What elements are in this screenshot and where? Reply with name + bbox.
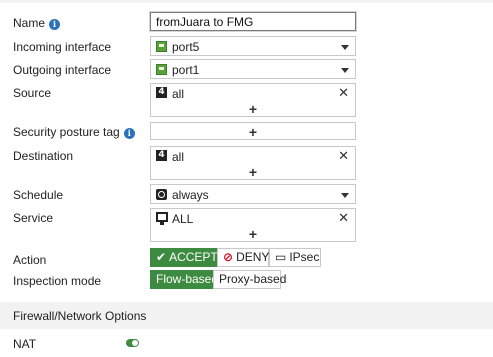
outgoing-interface-value: port1 <box>172 63 200 77</box>
name-input[interactable] <box>150 12 356 31</box>
add-source-button[interactable]: + <box>151 101 355 117</box>
source-value: all <box>172 87 185 101</box>
action-accept-button[interactable]: ✔ ACCEPT <box>150 248 218 267</box>
nat-label: NAT <box>13 337 37 351</box>
chevron-down-icon[interactable] <box>341 193 349 198</box>
action-label: Action <box>13 253 47 267</box>
section-title: Firewall/Network Options <box>13 309 147 323</box>
service-icon <box>156 212 168 225</box>
service-label: Service <box>13 211 54 225</box>
chevron-down-icon[interactable] <box>341 45 349 50</box>
destination-field[interactable]: 4 all ✕ + <box>150 146 356 180</box>
firewall-network-options-section: Firewall/Network Options <box>0 302 493 329</box>
action-accept-label: ACCEPT <box>169 250 218 264</box>
action-deny-button[interactable]: ⊘ DENY <box>217 248 269 267</box>
top-border <box>0 0 493 3</box>
inspection-flow-button[interactable]: Flow-based <box>150 270 218 289</box>
add-posture-tag-button[interactable]: + <box>151 124 355 140</box>
deny-icon: ⊘ <box>223 250 234 264</box>
schedule-label: Schedule <box>13 188 64 202</box>
nat-toggle[interactable] <box>126 339 139 347</box>
source-field[interactable]: 4 all ✕ + <box>150 83 356 117</box>
name-label: Name i <box>13 16 61 30</box>
outgoing-interface-select[interactable]: port1 <box>150 59 356 79</box>
chevron-down-icon[interactable] <box>341 68 349 73</box>
service-value: ALL <box>172 212 194 226</box>
action-ipsec-label: IPsec <box>289 250 320 264</box>
incoming-interface-value: port5 <box>172 40 200 54</box>
info-icon[interactable]: i <box>49 19 61 30</box>
security-posture-label: Security posture tag i <box>13 125 135 139</box>
add-service-button[interactable]: + <box>151 226 355 242</box>
remove-service-icon[interactable]: ✕ <box>338 210 349 226</box>
outgoing-interface-label: Outgoing interface <box>13 63 112 77</box>
remove-source-icon[interactable]: ✕ <box>338 85 349 101</box>
schedule-select[interactable]: always <box>150 184 356 204</box>
port-icon <box>156 41 167 52</box>
schedule-icon <box>156 189 167 200</box>
remove-destination-icon[interactable]: ✕ <box>338 148 349 164</box>
destination-label: Destination <box>13 149 74 163</box>
info-icon[interactable]: i <box>123 128 135 139</box>
destination-value: all <box>172 150 185 164</box>
security-posture-field[interactable]: + <box>150 122 356 140</box>
name-label-text: Name <box>13 16 46 30</box>
incoming-interface-label: Incoming interface <box>13 40 112 54</box>
inspection-mode-label: Inspection mode <box>13 274 102 288</box>
incoming-interface-select[interactable]: port5 <box>150 36 356 56</box>
add-destination-button[interactable]: + <box>151 164 355 180</box>
port-icon <box>156 64 167 75</box>
security-posture-label-text: Security posture tag <box>13 125 120 139</box>
check-icon: ✔ <box>156 250 167 264</box>
address-icon: 4 <box>156 150 167 161</box>
service-field[interactable]: ALL ✕ + <box>150 208 356 242</box>
source-label: Source <box>13 86 52 100</box>
laptop-icon: ▭ <box>275 250 287 264</box>
inspection-proxy-button[interactable]: Proxy-based <box>213 270 286 289</box>
action-deny-label: DENY <box>236 250 270 264</box>
address-icon: 4 <box>156 87 167 98</box>
schedule-value: always <box>172 188 209 202</box>
action-ipsec-button[interactable]: ▭ IPsec <box>269 248 321 267</box>
